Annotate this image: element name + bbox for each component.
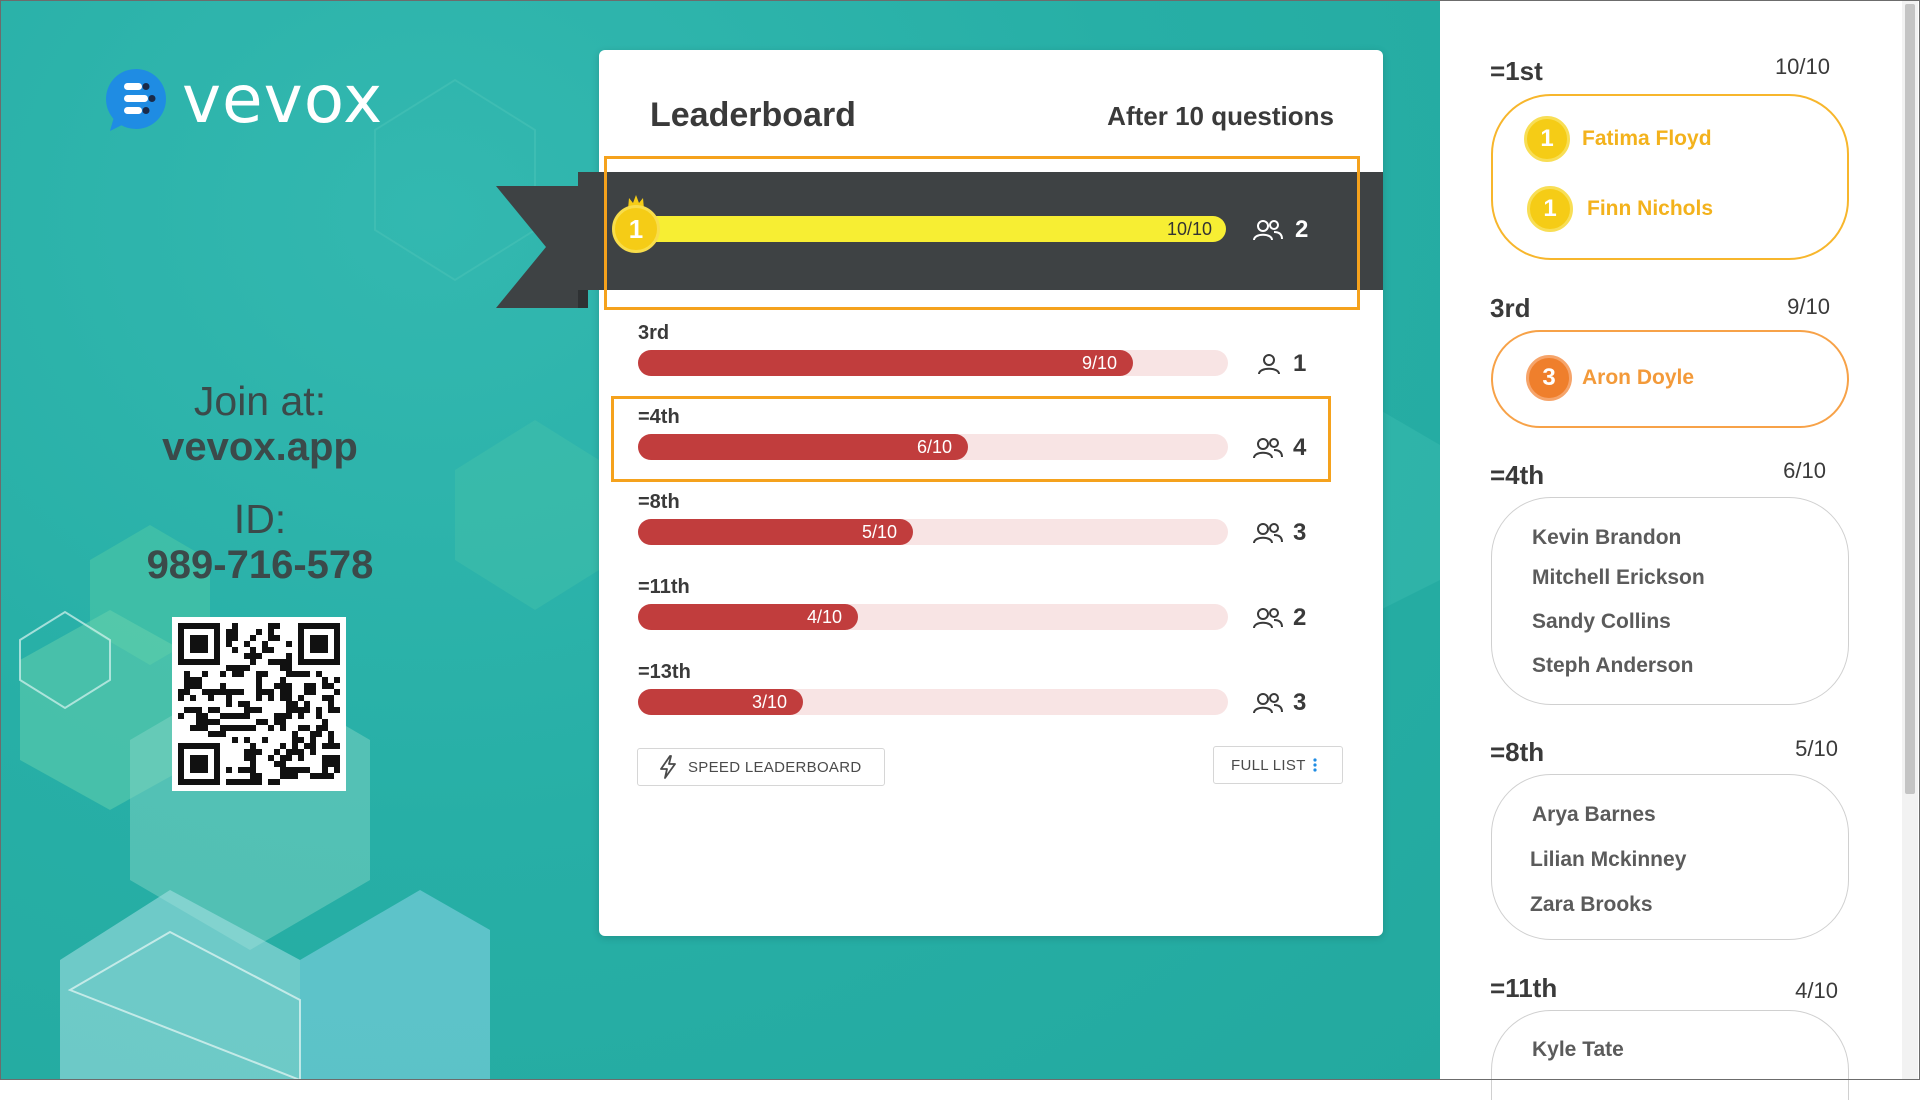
join-url: vevox.app [162,425,358,469]
session-id: 989-716-578 [146,543,374,587]
row-bar: 9/10 [638,350,1133,376]
row-track: 4/10 [638,604,1228,630]
join-info: Join at: vevox.app ID: 989-716-578 [80,378,440,588]
group-score: 10/10 [1774,54,1830,79]
group-rank: =4th [1490,460,1545,490]
lightning-icon [660,755,676,779]
participant-name: Zara Brooks [1530,893,1653,916]
group-score: 4/10 [1795,978,1838,1003]
participant-name: Mitchell Erickson [1532,566,1705,589]
more-vertical-icon [1313,758,1317,772]
users-icon [1253,693,1283,714]
row-count: 3 [1253,689,1306,717]
vevox-logo-icon [106,69,166,131]
participant-name: Steph Anderson [1532,654,1694,677]
qr-code [172,617,346,791]
row-score: 9/10 [1081,353,1117,373]
gold-medal-icon: 1 [1524,116,1570,162]
participant-name: Finn Nichols [1587,197,1713,220]
row-track: 9/10 [638,350,1228,376]
gold-medal-icon: 1 [612,205,660,253]
group-rank: =8th [1490,737,1545,767]
join-label: Join at: [193,378,327,424]
row-count: 3 [1253,519,1306,547]
row-score: 3/10 [751,692,787,712]
row-score: 5/10 [861,522,897,542]
group-score: 5/10 [1795,736,1838,761]
leaderboard-subtitle: After 10 questions [1107,101,1334,131]
row-count: 1 [1253,350,1306,378]
participant-name: Kevin Brandon [1532,526,1682,549]
participant-name: Sandy Collins [1532,610,1671,633]
group-score: 6/10 [1783,458,1826,483]
users-icon [1253,438,1283,459]
user-icon [1258,354,1280,375]
participant-name: Aron Doyle [1582,366,1695,389]
row-rank: =13th [638,661,691,683]
top-rank-count: 2 [1253,216,1308,244]
id-label: ID: [233,496,287,542]
row-track: 3/10 [638,689,1228,715]
row-bar: 4/10 [638,604,858,630]
row-track: 5/10 [638,519,1228,545]
top-rank-score: 10/10 [1166,219,1212,239]
row-count: 4 [1253,434,1306,462]
group-rank: =11th [1490,973,1558,1003]
participant-name: Fatima Floyd [1582,127,1712,150]
scrollbar-thumb[interactable] [1905,4,1915,794]
participant-name: Kyle Tate [1532,1038,1624,1061]
full-list-button[interactable]: FULL LIST [1213,746,1343,784]
row-rank: =8th [638,491,680,513]
row-rank: 3rd [638,322,670,344]
vevox-logo: vevox [104,60,424,140]
row-score: 6/10 [916,437,952,457]
ribbon-tail [496,186,588,308]
participant-name: Arya Barnes [1532,803,1656,826]
bronze-medal-icon: 3 [1526,355,1572,401]
row-rank: =4th [638,406,680,428]
row-bar: 5/10 [638,519,913,545]
group-score: 9/10 [1787,294,1830,319]
group-rank: =1st [1490,56,1543,86]
logo-wordmark: vevox [182,61,384,138]
users-icon [1253,608,1283,629]
group-rank: 3rd [1490,293,1531,323]
gold-medal-icon: 1 [1527,186,1573,232]
row-bar: 3/10 [638,689,803,715]
row-rank: =11th [638,576,690,598]
row-score: 4/10 [806,607,842,627]
row-count: 2 [1253,604,1306,632]
leaderboard-title: Leaderboard [650,96,856,134]
speed-leaderboard-button[interactable]: SPEED LEADERBOARD [637,748,885,786]
participant-name: Lilian Mckinney [1530,848,1687,871]
row-track: 6/10 [638,434,1228,460]
users-icon [1253,220,1283,241]
users-icon [1253,523,1283,544]
row-bar: 6/10 [638,434,968,460]
